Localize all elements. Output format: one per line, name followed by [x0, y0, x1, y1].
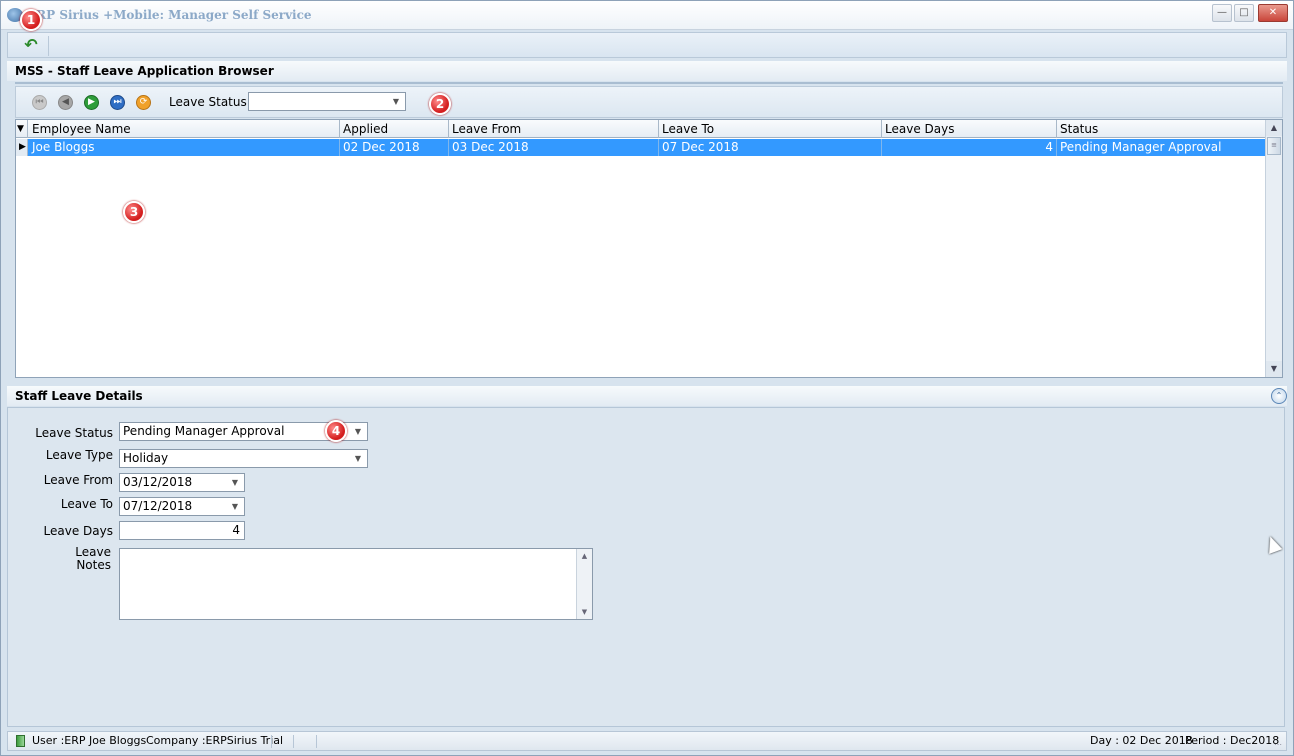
main-toolbar: ↶ — [7, 32, 1287, 58]
chevron-down-icon[interactable]: ▼ — [387, 93, 405, 110]
first-record-icon[interactable]: ⏮ — [32, 95, 47, 110]
cell-applied[interactable]: 02 Dec 2018 — [340, 139, 449, 156]
scroll-down-icon[interactable]: ▼ — [577, 605, 592, 619]
leave-status-label: Leave Status — [35, 426, 113, 440]
status-divider — [316, 735, 317, 748]
back-button[interactable]: ↶ — [21, 37, 41, 55]
annotation-marker-1: 1 — [20, 9, 42, 31]
minimize-icon: — — [1217, 7, 1227, 18]
annotation-marker-3: 3 — [123, 201, 145, 223]
scroll-down-icon[interactable]: ▼ — [1266, 361, 1282, 377]
leave-type-dropdown[interactable]: Holiday ▼ — [119, 449, 368, 468]
leave-status-filter-label: Leave Status — [169, 95, 247, 109]
column-header-leave-from[interactable]: Leave From — [449, 120, 659, 138]
back-arrow-icon: ↶ — [24, 35, 38, 54]
leave-to-label: Leave To — [60, 497, 113, 511]
column-header-employee-name[interactable]: Employee Name — [29, 120, 340, 138]
cell-leave-to[interactable]: 07 Dec 2018 — [659, 139, 882, 156]
toolbar-divider — [48, 36, 49, 56]
status-divider — [293, 735, 294, 748]
grid-vertical-scrollbar[interactable]: ▲ ≡ ▼ — [1265, 120, 1282, 377]
scroll-up-icon[interactable]: ▲ — [1266, 120, 1282, 136]
browser-toolbar: ⏮ ◀ ▶ ⏭ ⟳ Leave Status ▼ — [15, 86, 1283, 118]
database-icon — [16, 735, 25, 747]
column-chooser-icon[interactable]: ▼ — [16, 120, 28, 138]
leave-notes-label-line1: Leave — [75, 545, 111, 559]
details-section-title: Staff Leave Details — [7, 386, 1287, 406]
annotation-marker-4: 4 — [325, 420, 347, 442]
leave-from-date-picker[interactable]: 03/12/2018 ▼ — [119, 473, 245, 492]
leave-type-label: Leave Type — [45, 448, 113, 462]
section-divider — [15, 82, 1283, 84]
notes-scrollbar[interactable]: ▲ ▼ — [576, 549, 592, 619]
column-header-leave-days[interactable]: Leave Days — [882, 120, 1057, 138]
scroll-thumb[interactable]: ≡ — [1267, 137, 1281, 155]
cell-leave-from[interactable]: 03 Dec 2018 — [449, 139, 659, 156]
leave-notes-textarea[interactable]: ▲ ▼ — [119, 548, 593, 620]
grid-header: ▼ Employee Name Applied Leave From Leave… — [16, 120, 1266, 138]
minimize-button[interactable]: — — [1212, 4, 1232, 22]
leave-status-value: Pending Manager Approval — [123, 424, 285, 438]
previous-record-icon[interactable]: ◀ — [58, 95, 73, 110]
table-row[interactable]: ▶ Joe Bloggs 02 Dec 2018 03 Dec 2018 07 … — [16, 139, 1266, 156]
annotation-marker-2: 2 — [429, 93, 451, 115]
leave-from-value: 03/12/2018 — [123, 475, 193, 489]
leave-applications-grid: ▼ Employee Name Applied Leave From Leave… — [15, 119, 1283, 378]
leave-type-value: Holiday — [123, 451, 169, 465]
close-button[interactable]: ✕ — [1258, 4, 1288, 22]
app-window: ERP Sirius +Mobile: Manager Self Service… — [0, 0, 1294, 756]
status-period: Period : Dec2018 — [1185, 734, 1280, 747]
next-record-icon[interactable]: ▶ — [84, 95, 99, 110]
leave-from-label: Leave From — [43, 473, 113, 487]
collapse-panel-icon[interactable]: ⌃ — [1271, 388, 1287, 404]
leave-days-field[interactable]: 4 — [119, 521, 245, 540]
resize-grip-icon[interactable]: ⋯ — [1274, 736, 1282, 754]
title-bar[interactable]: ERP Sirius +Mobile: Manager Self Service… — [1, 1, 1293, 30]
cell-status[interactable]: Pending Manager Approval — [1057, 139, 1266, 156]
last-record-icon[interactable]: ⏭ — [110, 95, 125, 110]
maximize-button[interactable]: □ — [1234, 4, 1254, 22]
close-icon: ✕ — [1268, 7, 1278, 18]
scroll-up-icon[interactable]: ▲ — [577, 549, 592, 563]
cell-leave-days[interactable]: 4 — [882, 139, 1057, 156]
status-company: Company :ERPSirius Trial — [146, 734, 284, 747]
status-user: User :ERP Joe Bloggs — [32, 734, 147, 747]
leave-to-date-picker[interactable]: 07/12/2018 ▼ — [119, 497, 245, 516]
status-divider — [271, 735, 272, 748]
chevron-down-icon[interactable]: ▼ — [226, 474, 244, 491]
leave-notes-label-line2: Notes — [76, 558, 111, 572]
row-selector-icon[interactable]: ▶ — [16, 139, 28, 156]
status-bar: User :ERP Joe Bloggs Company :ERPSirius … — [7, 731, 1287, 751]
refresh-icon[interactable]: ⟳ — [136, 95, 151, 110]
leave-days-label: Leave Days — [43, 524, 113, 538]
leave-to-value: 07/12/2018 — [123, 499, 193, 513]
chevron-down-icon[interactable]: ▼ — [349, 450, 367, 467]
cell-employee-name[interactable]: Joe Bloggs — [29, 139, 340, 156]
column-header-status[interactable]: Status — [1057, 120, 1266, 138]
maximize-icon: □ — [1239, 7, 1249, 18]
status-day: Day : 02 Dec 2018 — [1090, 734, 1193, 747]
browser-section-title: MSS - Staff Leave Application Browser — [7, 61, 1287, 81]
window-title: ERP Sirius +Mobile: Manager Self Service — [27, 8, 312, 22]
chevron-down-icon[interactable]: ▼ — [226, 498, 244, 515]
column-header-leave-to[interactable]: Leave To — [659, 120, 882, 138]
column-header-applied[interactable]: Applied — [340, 120, 449, 138]
leave-status-filter-dropdown[interactable]: ▼ — [248, 92, 406, 111]
chevron-down-icon[interactable]: ▼ — [349, 423, 367, 440]
